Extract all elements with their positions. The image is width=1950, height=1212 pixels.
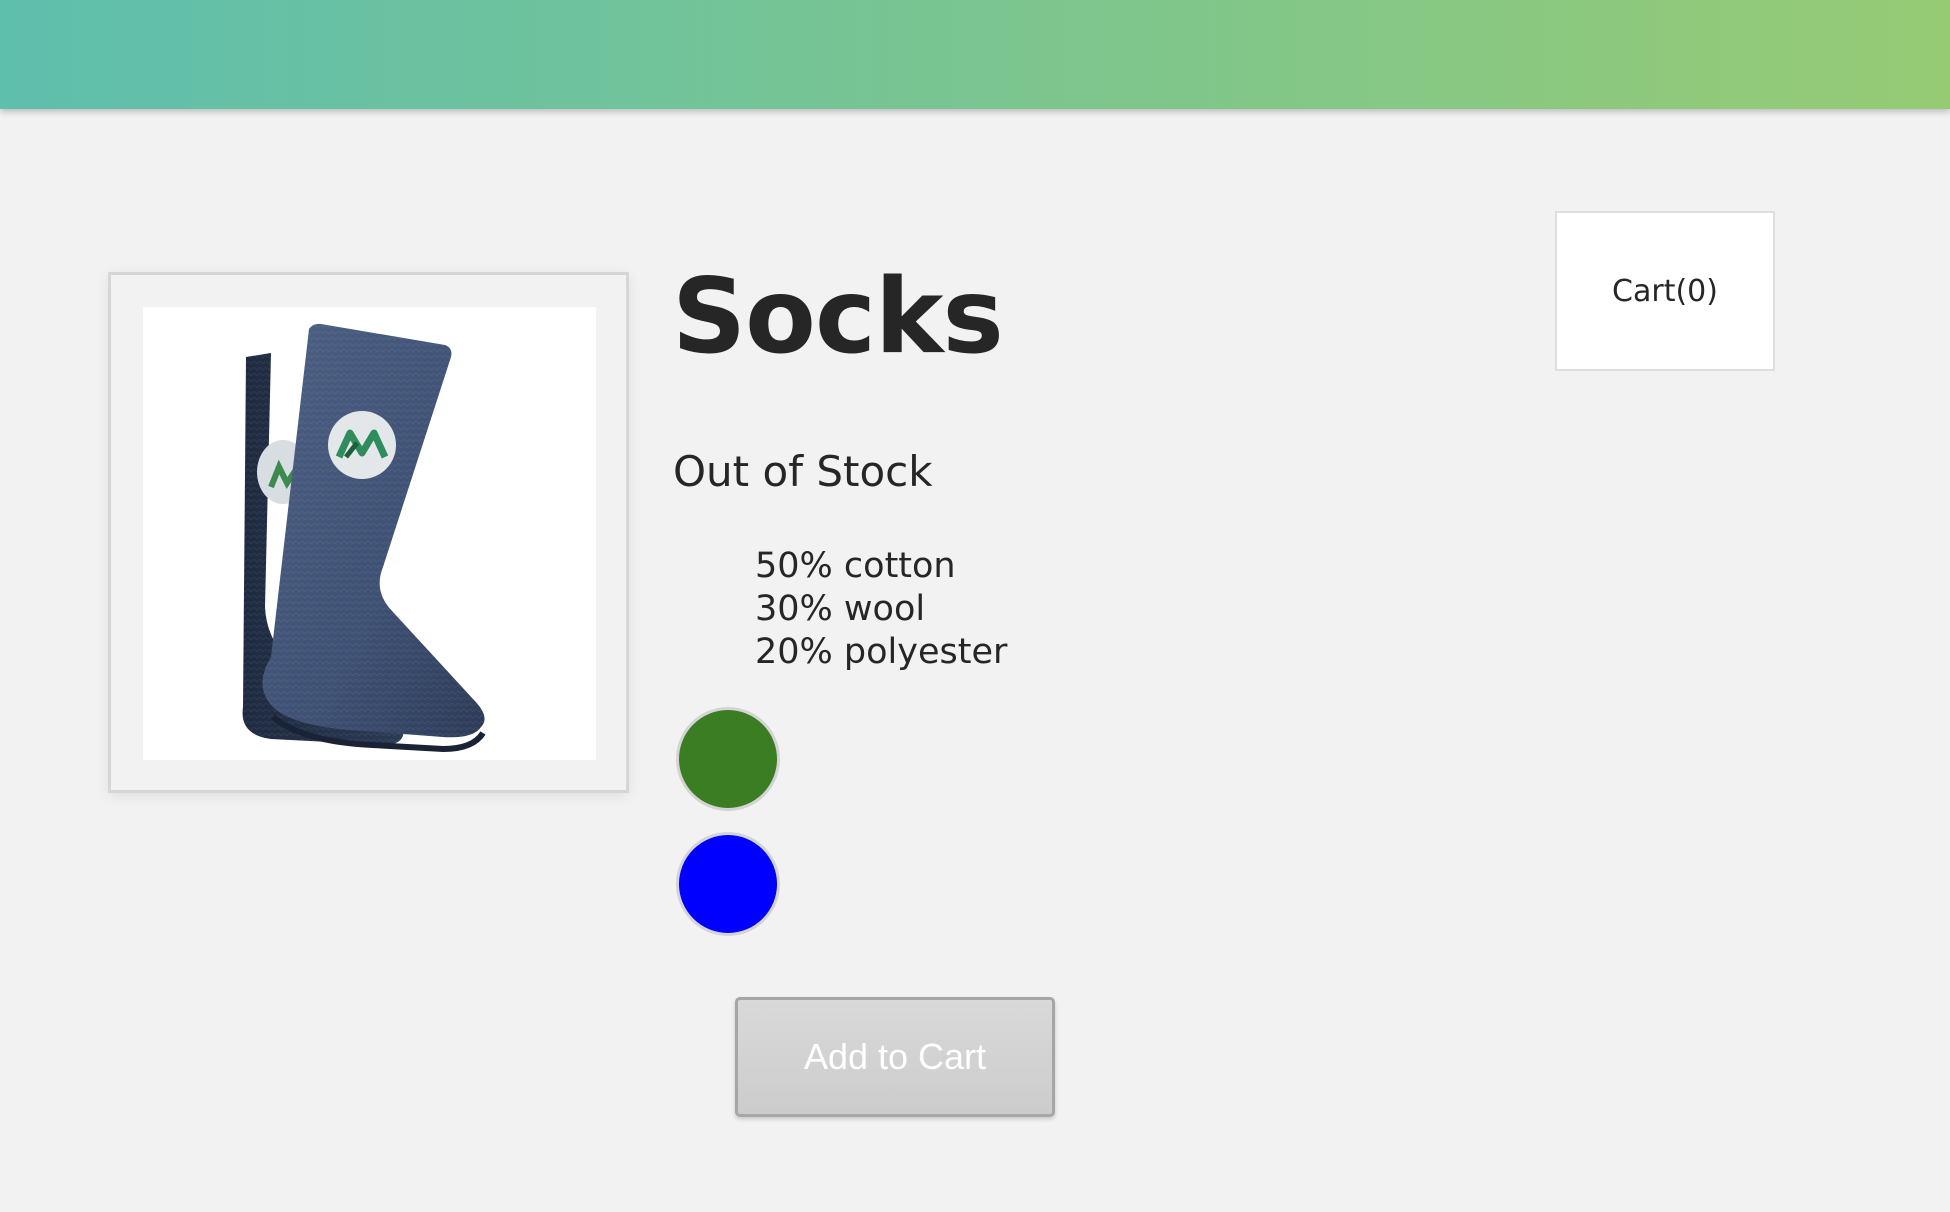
product-image [143,307,596,760]
header-bar [0,0,1950,109]
cart-button[interactable]: Cart(0) [1555,211,1775,371]
material-item: 50% cotton [755,546,956,586]
color-swatch-blue[interactable] [676,832,780,936]
add-to-cart-button[interactable]: Add to Cart [735,997,1055,1117]
cart-label: Cart(0) [1612,273,1718,309]
material-item: 20% polyester [755,632,1008,672]
color-swatch-green[interactable] [676,707,780,811]
material-item: 30% wool [755,589,926,629]
product-image-frame [108,272,629,793]
socks-icon [242,323,486,753]
materials-list: 50% cotton 30% wool 20% polyester [755,545,1007,674]
product-title: Socks [672,257,1004,377]
stock-status: Out of Stock [673,447,933,496]
